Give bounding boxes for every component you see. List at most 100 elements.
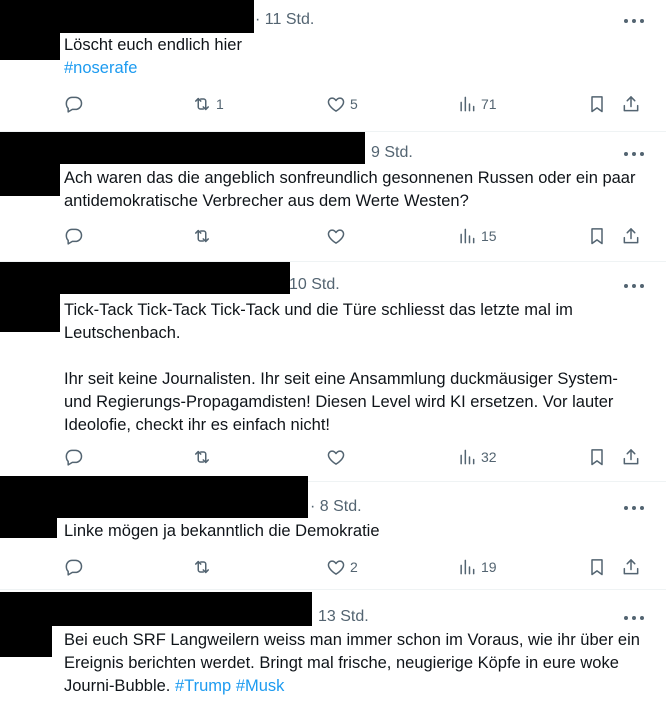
like-icon [326, 94, 346, 114]
reply-button[interactable] [64, 555, 88, 579]
tweet[interactable]: · 11 Std. Löscht euch endlich hier #noser… [0, 0, 666, 131]
reply-icon [64, 94, 84, 114]
tweet-timestamp[interactable]: · 8 Std. [310, 498, 362, 516]
retweets-count: 1 [216, 96, 224, 112]
hashtag-link[interactable]: #noserafe [64, 59, 137, 77]
like-button[interactable]: 5 [326, 92, 358, 116]
hashtag-link[interactable]: #Trump [175, 677, 231, 695]
tweet-actions: 15 [64, 224, 644, 248]
share-button[interactable] [621, 224, 641, 248]
tweet-paragraph: Bei euch SRF Langweilern weiss man immer… [64, 629, 649, 698]
more-icon[interactable] [624, 278, 644, 294]
retweet-button[interactable] [192, 224, 216, 248]
more-icon[interactable] [624, 146, 644, 162]
tweet-text: Ach waren das die angeblich sonfreundlic… [64, 167, 649, 213]
views-icon [457, 447, 477, 467]
bookmark-button[interactable] [587, 92, 607, 116]
tweet-text-segment: Ihr seit keine Journalisten. Ihr seit ei… [64, 370, 618, 434]
redacted-avatar [0, 592, 52, 657]
retweet-button[interactable]: 1 [192, 92, 224, 116]
tweet-text: Linke mögen ja bekanntlich die Demokrati… [64, 520, 649, 543]
tweet-text: Bei euch SRF Langweilern weiss man immer… [64, 629, 649, 698]
views-count: 19 [481, 559, 497, 575]
tweet-actions: 1 5 71 [64, 92, 644, 116]
like-button[interactable]: 2 [326, 555, 358, 579]
views-count: 15 [481, 228, 497, 244]
like-button[interactable] [326, 224, 350, 248]
tweet[interactable]: 10 Std. Tick-Tack Tick-Tack Tick-Tack un… [0, 262, 666, 481]
tweet-timestamp[interactable]: 9 Std. [371, 144, 413, 162]
tweet-paragraph: Linke mögen ja bekanntlich die Demokrati… [64, 520, 649, 543]
share-icon [621, 447, 641, 467]
retweet-icon [192, 447, 212, 467]
views-icon [457, 226, 477, 246]
reply-icon [64, 557, 84, 577]
hashtag-link[interactable]: #Musk [236, 677, 285, 695]
views-button[interactable]: 32 [457, 445, 497, 469]
more-icon[interactable] [624, 610, 644, 626]
retweet-button[interactable] [192, 445, 216, 469]
tweet-text: Löscht euch endlich hier #noserafe [64, 34, 649, 80]
views-count: 71 [481, 96, 497, 112]
tweet-text: Tick-Tack Tick-Tack Tick-Tack und die Tü… [64, 299, 649, 437]
share-button[interactable] [621, 92, 641, 116]
tweet-text-segment: Löscht euch endlich hier [64, 36, 242, 54]
tweet-text-segment: Linke mögen ja bekanntlich die Demokrati… [64, 522, 380, 540]
tweet-text-segment: Ach waren das die angeblich sonfreundlic… [64, 169, 636, 210]
divider [0, 589, 666, 590]
more-icon[interactable] [624, 13, 644, 29]
views-count: 32 [481, 449, 497, 465]
retweet-icon [192, 557, 212, 577]
tweet[interactable]: · 8 Std. Linke mögen ja bekanntlich die … [0, 476, 666, 589]
more-icon[interactable] [624, 500, 644, 516]
tweet-text-segment: Tick-Tack Tick-Tack Tick-Tack und die Tü… [64, 301, 573, 342]
likes-count: 2 [350, 559, 358, 575]
like-icon [326, 447, 346, 467]
tweet-text-segment: Bei euch SRF Langweilern weiss man immer… [64, 631, 640, 695]
bookmark-button[interactable] [587, 224, 607, 248]
redacted-avatar [0, 0, 60, 60]
tweet[interactable]: 9 Std. Ach waren das die angeblich sonfr… [0, 132, 666, 261]
views-icon [457, 557, 477, 577]
views-icon [457, 94, 477, 114]
bookmark-button[interactable] [587, 445, 607, 469]
views-button[interactable]: 71 [457, 92, 497, 116]
redacted-avatar [0, 262, 60, 332]
reply-button[interactable] [64, 92, 88, 116]
bookmark-button[interactable] [587, 555, 607, 579]
share-icon [621, 557, 641, 577]
bookmark-icon [587, 557, 607, 577]
reply-icon [64, 447, 84, 467]
bookmark-icon [587, 94, 607, 114]
views-button[interactable]: 19 [457, 555, 497, 579]
bookmark-icon [587, 226, 607, 246]
tweet-actions: 2 19 [64, 555, 644, 579]
share-button[interactable] [621, 445, 641, 469]
like-icon [326, 226, 346, 246]
tweet-actions: 32 [64, 445, 644, 469]
views-button[interactable]: 15 [457, 224, 497, 248]
reply-button[interactable] [64, 224, 88, 248]
redacted-avatar [0, 476, 57, 538]
tweet-paragraph: Ihr seit keine Journalisten. Ihr seit ei… [64, 368, 649, 437]
likes-count: 5 [350, 96, 358, 112]
retweet-icon [192, 226, 212, 246]
reply-icon [64, 226, 84, 246]
bookmark-icon [587, 447, 607, 467]
share-icon [621, 226, 641, 246]
tweet-paragraph: Tick-Tack Tick-Tack Tick-Tack und die Tü… [64, 299, 649, 345]
tweet-timestamp[interactable]: 10 Std. [289, 276, 340, 294]
tweet-paragraph: Ach waren das die angeblich sonfreundlic… [64, 167, 649, 213]
tweet-timestamp[interactable]: · 11 Std. [255, 11, 314, 29]
retweet-button[interactable] [192, 555, 216, 579]
tweet-timestamp[interactable]: 13 Std. [318, 608, 369, 626]
like-button[interactable] [326, 445, 350, 469]
tweet-paragraph: #noserafe [64, 57, 649, 80]
tweet[interactable]: 13 Std. Bei euch SRF Langweilern weiss m… [0, 592, 666, 701]
reply-button[interactable] [64, 445, 88, 469]
retweet-icon [192, 94, 212, 114]
tweet-paragraph: Löscht euch endlich hier [64, 34, 649, 57]
share-button[interactable] [621, 555, 641, 579]
share-icon [621, 94, 641, 114]
